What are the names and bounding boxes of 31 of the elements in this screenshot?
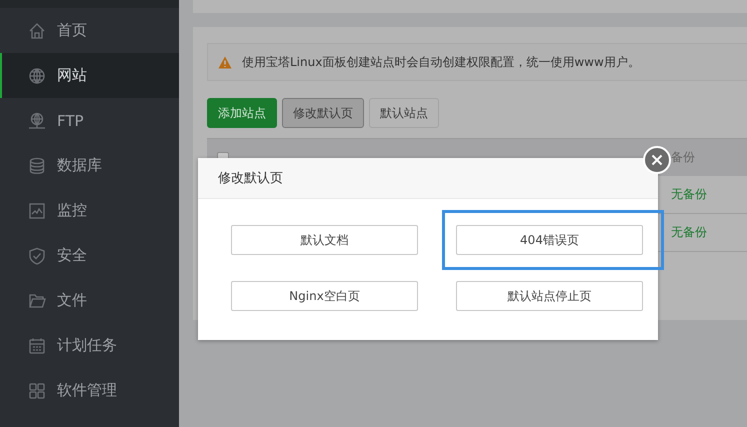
chart-monitor-icon	[28, 202, 46, 220]
toolbar-button[interactable]: 默认站点	[369, 98, 439, 128]
option-button[interactable]: 404错误页	[456, 225, 643, 255]
sidebar-item[interactable]: 网站	[0, 53, 179, 98]
notice-text: 使用宝塔Linux面板创建站点时会自动创建权限配置，统一使用www用户。	[242, 54, 640, 70]
option-button[interactable]: 默认文档	[231, 225, 418, 255]
backup-status: 无备份	[671, 224, 707, 241]
sidebar-item[interactable]: 数据库	[0, 143, 179, 188]
shield-check-icon	[28, 246, 46, 264]
database-icon	[28, 156, 46, 174]
sidebar-item[interactable]: 首页	[0, 8, 179, 53]
sidebar-item[interactable]: 监控	[0, 188, 179, 233]
option-button[interactable]: Nginx空白页	[231, 281, 418, 311]
sidebar-item[interactable]: 安全	[0, 233, 179, 278]
sidebar-item[interactable]: FTP	[0, 98, 179, 143]
option-button[interactable]: 默认站点停止页	[456, 281, 643, 311]
globe-icon	[28, 66, 46, 84]
close-icon	[651, 154, 663, 166]
folder-icon	[28, 292, 46, 310]
toolbar-button[interactable]: 修改默认页	[282, 98, 364, 128]
dialog-title: 修改默认页	[218, 170, 283, 187]
add-site-button[interactable]: 添加站点	[207, 98, 277, 128]
warning-icon	[218, 56, 232, 68]
grid-icon	[28, 382, 46, 400]
home-icon	[28, 22, 46, 40]
calendar-icon	[28, 336, 46, 354]
sidebar-item[interactable]: 计划任务	[0, 323, 179, 368]
globe-network-icon	[28, 112, 46, 130]
backup-status: 无备份	[671, 186, 707, 203]
sidebar-item[interactable]: 文件	[0, 278, 179, 323]
sidebar-item[interactable]: 软件管理	[0, 368, 179, 413]
